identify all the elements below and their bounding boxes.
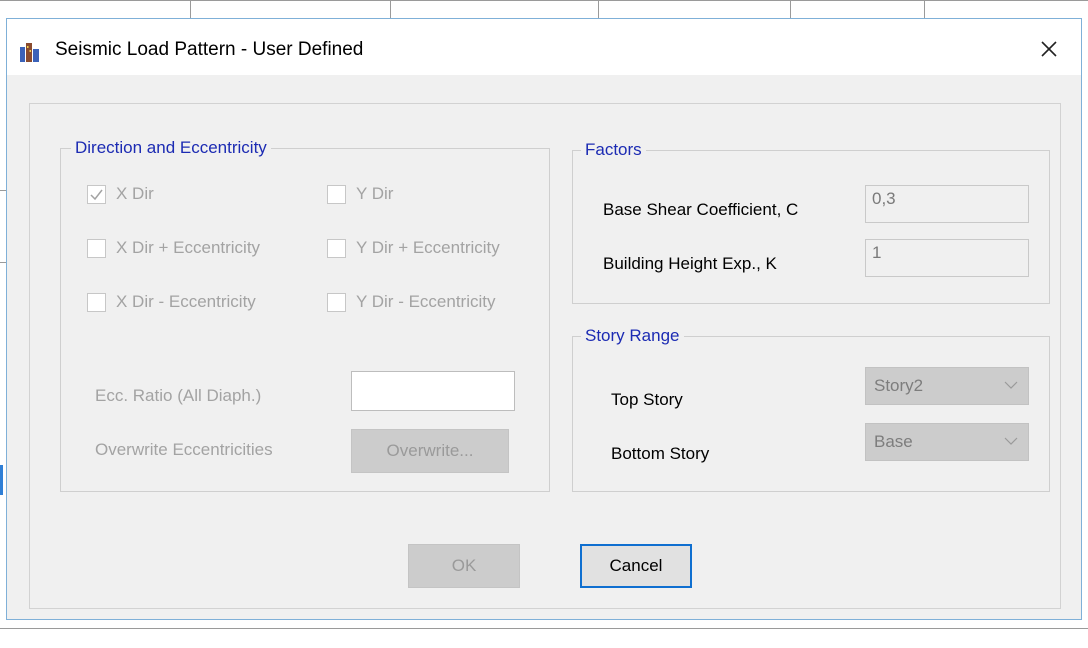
x-dir-minus-ecc-checkbox-row[interactable]: X Dir - Eccentricity: [87, 291, 256, 313]
background-grid-line: [598, 0, 599, 18]
bottom-story-label: Bottom Story: [611, 444, 710, 463]
chevron-down-icon: [1004, 437, 1018, 445]
bottom-story-value: Base: [874, 432, 913, 451]
group-title: Direction and Eccentricity: [71, 137, 271, 159]
background-grid-line: [790, 0, 791, 18]
ok-button[interactable]: OK: [408, 544, 520, 588]
factors-group: Factors Base Shear Coefficient, C 0,3 Bu…: [572, 139, 1050, 304]
y-dir-plus-ecc-label: Y Dir + Eccentricity: [356, 238, 500, 257]
checkmark-icon: [90, 189, 103, 200]
bottom-story-select[interactable]: Base: [865, 423, 1029, 461]
cancel-button[interactable]: Cancel: [580, 544, 692, 588]
top-story-label: Top Story: [611, 390, 683, 409]
title-bar: Seismic Load Pattern - User Defined: [7, 19, 1081, 75]
x-dir-plus-ecc-label: X Dir + Eccentricity: [116, 238, 261, 257]
ecc-ratio-label: Ecc. Ratio (All Diaph.): [95, 386, 262, 405]
etabs-building-icon: [19, 41, 41, 63]
y-dir-plus-ecc-checkbox-row[interactable]: Y Dir + Eccentricity: [327, 237, 500, 259]
ecc-ratio-input[interactable]: [351, 371, 515, 411]
background-grid-line: [0, 628, 1088, 629]
base-shear-coefficient-label: Base Shear Coefficient, C: [603, 200, 799, 219]
top-story-select[interactable]: Story2: [865, 367, 1029, 405]
seismic-load-pattern-dialog: Seismic Load Pattern - User Defined Dire…: [6, 18, 1082, 620]
y-dir-label: Y Dir: [356, 184, 394, 203]
y-dir-minus-ecc-checkbox[interactable]: [327, 292, 346, 312]
x-dir-minus-ecc-checkbox[interactable]: [87, 292, 106, 312]
chevron-down-icon: [1004, 381, 1018, 389]
dialog-content-frame: Direction and Eccentricity X Dir Y Dir X…: [29, 103, 1061, 609]
direction-eccentricity-group: Direction and Eccentricity X Dir Y Dir X…: [60, 137, 550, 492]
background-grid-line: [190, 0, 191, 18]
background-grid-line: [390, 0, 391, 18]
base-shear-coefficient-input[interactable]: 0,3: [865, 185, 1029, 223]
group-title: Story Range: [581, 325, 684, 347]
y-dir-checkbox[interactable]: [327, 184, 346, 204]
building-height-exp-label: Building Height Exp., K: [603, 254, 777, 273]
overwrite-eccentricities-label: Overwrite Eccentricities: [95, 440, 273, 459]
x-dir-checkbox[interactable]: [87, 184, 106, 204]
x-dir-label: X Dir: [116, 184, 154, 203]
top-story-value: Story2: [874, 376, 924, 395]
x-dir-minus-ecc-label: X Dir - Eccentricity: [116, 292, 256, 311]
story-range-group: Story Range Top Story Story2 Bottom Stor…: [572, 325, 1050, 492]
window-title: Seismic Load Pattern - User Defined: [55, 39, 364, 60]
x-dir-plus-ecc-checkbox-row[interactable]: X Dir + Eccentricity: [87, 237, 260, 259]
close-icon: [1041, 41, 1057, 57]
x-dir-plus-ecc-checkbox[interactable]: [87, 238, 106, 258]
overwrite-button[interactable]: Overwrite...: [351, 429, 509, 473]
close-button[interactable]: [1027, 31, 1071, 67]
y-dir-minus-ecc-label: Y Dir - Eccentricity: [356, 292, 496, 311]
building-height-exp-input[interactable]: 1: [865, 239, 1029, 277]
y-dir-checkbox-row[interactable]: Y Dir: [327, 183, 393, 205]
background-grid-line: [0, 465, 3, 495]
background-grid-line: [924, 0, 925, 18]
y-dir-plus-ecc-checkbox[interactable]: [327, 238, 346, 258]
group-title: Factors: [581, 139, 646, 161]
x-dir-checkbox-row[interactable]: X Dir: [87, 183, 154, 205]
y-dir-minus-ecc-checkbox-row[interactable]: Y Dir - Eccentricity: [327, 291, 496, 313]
